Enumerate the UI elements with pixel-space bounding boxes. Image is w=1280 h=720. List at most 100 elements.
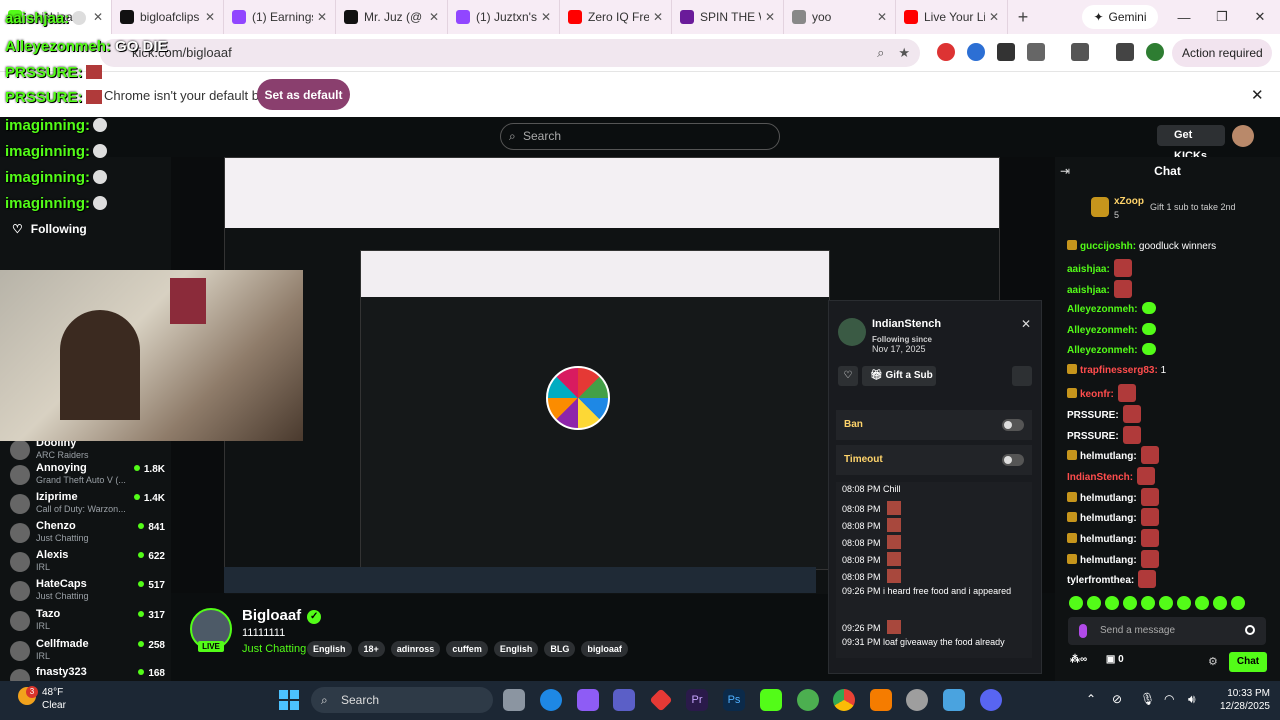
browser-tab[interactable]: Mr. Juz (@ ✕ [336,0,448,34]
tab-close-icon[interactable]: ✕ [765,10,775,24]
sidebar-channel[interactable]: Cellfmade IRL 258 [10,638,165,666]
sidebar-channel[interactable]: Dooliny ARC Raiders [10,437,165,465]
microphone-icon[interactable]: 🎙︎ [1140,692,1155,706]
chat-username[interactable]: trapfinesserg83: [1080,365,1158,376]
emote-icon[interactable] [1141,596,1155,610]
chat-username[interactable]: Alleyezonmeh: [1067,325,1138,336]
sidebar-channel[interactable]: Chenzo Just Chatting 841 [10,520,165,548]
chat-points[interactable]: ⁂∞ ▣ 0 [1070,654,1124,665]
extension-icon[interactable] [967,43,985,61]
emote-icon[interactable] [1195,596,1209,610]
stream-tag[interactable]: English [493,641,539,657]
chat-settings-gear-icon[interactable]: ⚙ [1208,655,1218,668]
user-avatar[interactable] [1232,125,1254,147]
copilot-icon[interactable] [577,689,599,711]
zoom-icon[interactable]: ⌕ [877,39,884,67]
extension-icon[interactable] [997,43,1015,61]
chat-username[interactable]: aaishjaa: [1067,264,1110,275]
system-clock[interactable]: 10:33 PM 12/28/2025 [1210,687,1270,713]
chat-username[interactable]: helmutlang: [1080,534,1137,545]
chat-username[interactable]: guccijoshh: [1080,241,1136,252]
stream-tag[interactable]: 18+ [357,641,385,657]
ban-toggle[interactable] [1002,419,1024,431]
chat-username[interactable]: PRSSURE: [1067,410,1119,421]
popup-close-icon[interactable]: ✕ [1021,317,1031,331]
tab-close-icon[interactable]: ✕ [653,10,663,24]
tray-chevron-icon[interactable]: ⌃ [1086,692,1096,706]
mute-icon[interactable] [1012,366,1032,386]
stream-tag[interactable]: bigloaaf [581,641,628,657]
follow-heart-button[interactable]: ♡ [838,366,858,386]
top-gifter-name[interactable]: xZoop [1114,196,1144,207]
tab-close-icon[interactable]: ✕ [205,10,215,24]
sidebar-channel[interactable]: Tazo IRL 317 [10,608,165,636]
chat-username[interactable]: helmutlang: [1080,493,1137,504]
chat-username[interactable]: aaishjaa: [1067,285,1110,296]
media-icon[interactable] [1116,43,1134,61]
emote-icon[interactable] [1177,596,1191,610]
cast-icon[interactable] [1071,43,1089,61]
premiere-icon[interactable]: Pr [686,689,708,711]
tab-close-icon[interactable]: ✕ [93,10,103,24]
chat-send-button[interactable]: Chat [1229,652,1267,672]
stream-tag[interactable]: English [307,641,352,657]
browser-tab[interactable]: (1) Juztxn's ✕ [448,0,560,34]
message-history[interactable]: 08:08 PM Chill 08:08 PM 08:08 PM 08:08 PM… [836,482,1032,658]
emoji-icon[interactable] [1245,625,1255,635]
chat-username[interactable]: tylerfromthea: [1067,575,1134,586]
maximize-button[interactable]: ❐ [1204,0,1240,34]
browser-tab[interactable]: bigloafclips ✕ [112,0,224,34]
close-window-button[interactable]: ✕ [1242,0,1278,34]
sidebar-channel[interactable]: Annoying Grand Theft Auto V (... 1.8K [10,462,165,490]
sidebar-following[interactable]: ♡ Following [12,222,87,236]
minimize-button[interactable]: — [1166,0,1202,34]
taskbar-search[interactable]: ⌕ Search [311,687,493,713]
extensions-puzzle-icon[interactable] [1027,43,1045,61]
tab-close-icon[interactable]: ✕ [429,10,439,24]
gemini-button[interactable]: ✦ Gemini [1082,5,1158,29]
steam-icon[interactable] [906,689,928,711]
task-view-icon[interactable] [503,689,525,711]
sidebar-channel[interactable]: Alexis IRL 622 [10,549,165,577]
sidebar-channel[interactable]: Iziprime Call of Duty: Warzon... 1.4K [10,491,165,519]
kick-app-icon[interactable] [760,689,782,711]
teams-icon[interactable] [613,689,635,711]
volume-icon[interactable]: 🔊︎ [1188,692,1196,707]
get-kicks-button[interactable]: Get KICKs [1157,125,1225,162]
tab-close-icon[interactable]: ✕ [541,10,551,24]
mic-icon[interactable] [1079,624,1087,638]
edge-icon[interactable] [540,689,562,711]
sidebar-channel[interactable]: HateCaps Just Chatting 517 [10,578,165,606]
chat-username[interactable]: IndianStench: [1067,472,1133,483]
chat-username[interactable]: PRSSURE: [1067,431,1119,442]
tab-close-icon[interactable]: ✕ [989,10,999,24]
tab-close-icon[interactable]: ✕ [317,10,327,24]
url-field[interactable]: kick.com/bigloaaf ⌕ ★ [100,39,920,67]
chat-username[interactable]: helmutlang: [1080,451,1137,462]
emote-icon[interactable] [1087,596,1101,610]
emote-icon[interactable] [1231,596,1245,610]
new-tab-button[interactable]: + [1008,7,1038,28]
emote-icon[interactable] [1069,596,1083,610]
discord-icon[interactable] [980,689,1002,711]
stream-tag[interactable]: cuffem [446,641,488,657]
emote-icon[interactable] [1213,596,1227,610]
streamer-name[interactable]: Bigloaaf ✓ [242,607,322,624]
stream-tag[interactable]: BLG [544,641,576,657]
wifi-icon[interactable]: ◠ [1164,692,1174,706]
app-icon[interactable] [943,689,965,711]
chrome-profile-icon[interactable] [797,689,819,711]
chat-username[interactable]: Alleyezonmeh: [1067,345,1138,356]
set-default-button[interactable]: Set as default [257,79,350,110]
browser-tab[interactable]: yoo ✕ [784,0,896,34]
chat-username[interactable]: Alleyezonmeh: [1067,304,1138,315]
timeout-toggle[interactable] [1002,454,1024,466]
profile-avatar[interactable] [1146,43,1164,61]
browser-tab[interactable]: Zero IQ Fre ✕ [560,0,672,34]
emote-icon[interactable] [1159,596,1173,610]
chat-username[interactable]: helmutlang: [1080,555,1137,566]
photoshop-icon[interactable]: Ps [723,689,745,711]
kick-search-input[interactable]: ⌕ Search [500,123,780,150]
browser-tab[interactable]: Live Your Li ✕ [896,0,1008,34]
emote-icon[interactable] [1123,596,1137,610]
